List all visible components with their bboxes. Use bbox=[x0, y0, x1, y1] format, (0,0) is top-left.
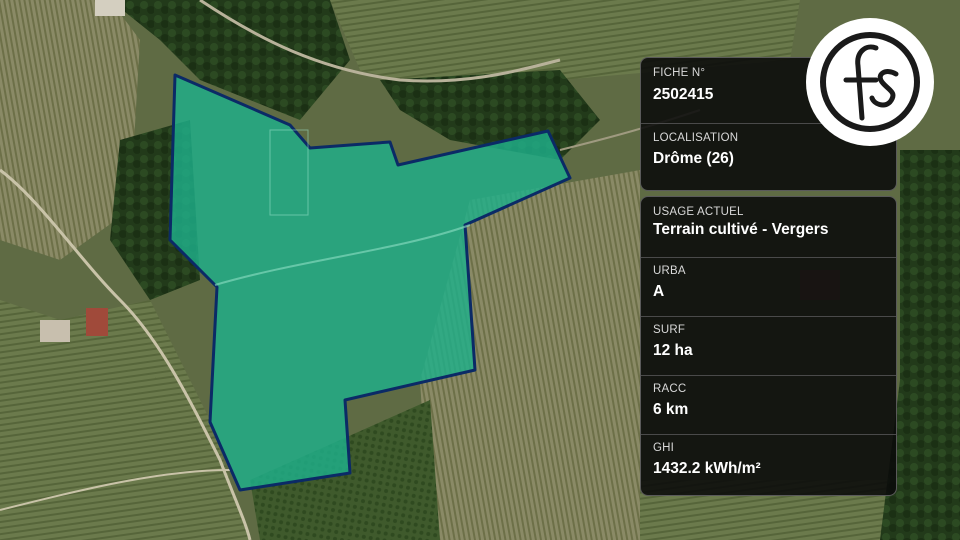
surf-value: 12 ha bbox=[653, 342, 693, 359]
usage-label: USAGE ACTUEL bbox=[653, 206, 744, 218]
fiche-label: FICHE N° bbox=[653, 67, 706, 79]
urba-row: URBA A bbox=[641, 257, 896, 316]
usage-row: USAGE ACTUEL Terrain cultivé - Vergers bbox=[641, 197, 896, 257]
surf-row: SURF 12 ha bbox=[641, 316, 896, 375]
localisation-label: LOCALISATION bbox=[653, 132, 739, 144]
fs-monogram-logo bbox=[806, 18, 934, 146]
ghi-value: 1432.2 kWh/m² bbox=[653, 460, 761, 477]
ghi-row: GHI 1432.2 kWh/m² bbox=[641, 434, 896, 495]
fiche-value: 2502415 bbox=[653, 86, 714, 103]
building-red-roof bbox=[86, 308, 108, 336]
ghi-label: GHI bbox=[653, 442, 675, 454]
racc-row: RACC 6 km bbox=[641, 375, 896, 434]
fs-logo-icon bbox=[820, 32, 920, 132]
racc-label: RACC bbox=[653, 383, 687, 395]
surf-label: SURF bbox=[653, 324, 686, 336]
urba-label: URBA bbox=[653, 265, 686, 277]
building-north bbox=[95, 0, 125, 16]
building-farm bbox=[40, 320, 70, 342]
localisation-value: Drôme (26) bbox=[653, 150, 734, 167]
urba-value: A bbox=[653, 283, 665, 300]
usage-value: Terrain cultivé - Vergers bbox=[653, 221, 829, 238]
info-card-bottom: USAGE ACTUEL Terrain cultivé - Vergers U… bbox=[640, 196, 897, 496]
racc-value: 6 km bbox=[653, 401, 689, 418]
